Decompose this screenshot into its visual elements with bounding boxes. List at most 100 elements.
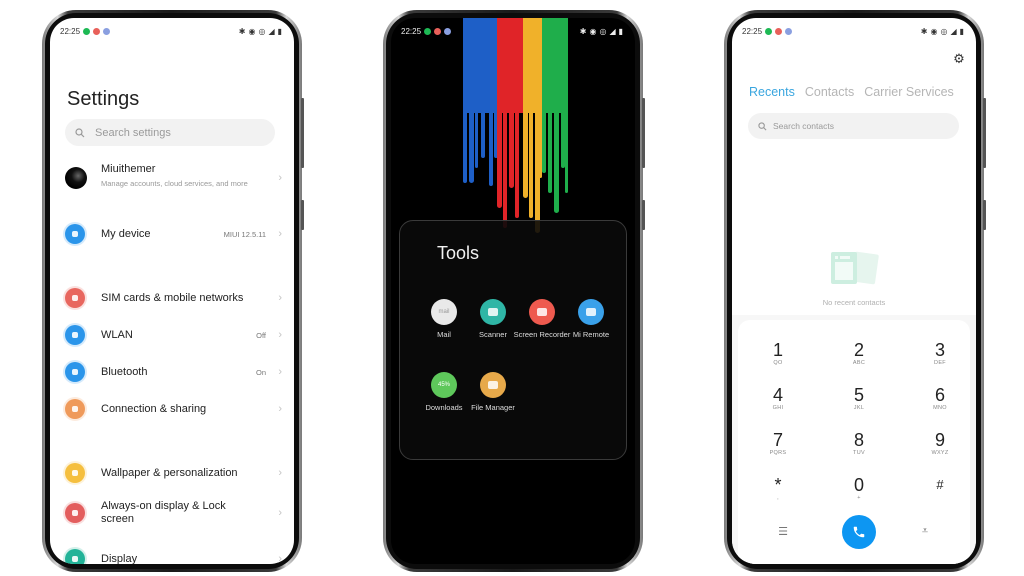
key-3[interactable]: 3 DEF <box>910 340 970 366</box>
key-7[interactable]: 7 PQRS <box>748 430 808 456</box>
status-bar: 22:25 ✱ ◉ ◎ ◢ ▮ <box>401 24 623 38</box>
wallpaper-drip <box>529 108 533 218</box>
keypad-card: ☰ ⩡ 1 QO 2 ABC 3 DEF 4 GHI 5 JKL 6 MNO 7 PQRS 8 TUV 9 WXY… <box>738 320 970 564</box>
tab-contacts[interactable]: Contacts <box>805 85 854 99</box>
notification-icon <box>444 27 452 35</box>
status-bar: 22:25 ✱ ◉ ◎ ◢ ▮ <box>742 24 964 38</box>
wallpaper-drip <box>469 108 474 183</box>
whatsapp-notification-icon <box>83 27 91 35</box>
settings-item-wlan[interactable]: WLAN Off › <box>50 323 294 347</box>
app-label: Mi Remote <box>572 330 610 339</box>
device-icon <box>65 224 85 244</box>
key-8[interactable]: 8 TUV <box>829 430 889 456</box>
key-0[interactable]: 0 + <box>829 475 889 501</box>
key-9[interactable]: 9 WXYZ <box>910 430 970 456</box>
vibrate-icon: ◉ <box>589 26 597 36</box>
key-1[interactable]: 1 QO <box>748 340 808 366</box>
settings-item-always-on-display-lock-screen[interactable]: Always-on display & Lock screen › <box>50 500 294 525</box>
wallpaper-drip <box>554 108 559 213</box>
scanner-icon <box>480 299 506 325</box>
bluetooth-icon: ✱ <box>238 26 246 36</box>
menu-icon[interactable]: ☰ <box>773 525 793 538</box>
no-contacts-illustration-icon <box>831 251 879 285</box>
key-letters: DEF <box>934 360 946 366</box>
app-file-manager[interactable]: File Manager <box>463 372 523 412</box>
stage: 22:25 ✱ ◉ ◎ ◢ ▮ Settings Search settings <box>0 0 1024 576</box>
chevron-right-icon: › <box>278 228 282 240</box>
status-icons: ✱ ◉ ◎ ◢ ▮ <box>921 27 964 36</box>
settings-item-label: SIM cards & mobile networks <box>101 291 244 304</box>
account-subtitle: Manage accounts, cloud services, and mor… <box>101 179 248 188</box>
settings-item-display[interactable]: Display › <box>50 547 294 564</box>
chevron-right-icon: › <box>278 467 282 479</box>
key-5[interactable]: 5 JKL <box>829 385 889 411</box>
key-digit: 1 <box>772 340 783 360</box>
hotspot-icon: ◎ <box>940 26 948 36</box>
key-letters: ABC <box>852 360 866 366</box>
key-4[interactable]: 4 GHI <box>748 385 808 411</box>
account-name: Miuithemer <box>101 163 156 175</box>
key-hash[interactable]: # <box>910 475 970 495</box>
wallpaper-drip <box>542 108 546 173</box>
status-time: 22:25 <box>401 26 422 36</box>
search-icon <box>75 127 85 137</box>
settings-item-label: Display <box>101 552 138 565</box>
folder-title[interactable]: Tools <box>437 243 479 264</box>
tab-carrier-services[interactable]: Carrier Services <box>864 85 954 99</box>
settings-item-sim-cards-mobile-networks[interactable]: SIM cards & mobile networks › <box>50 286 294 310</box>
wallpaper-drip <box>463 108 467 183</box>
settings-item-label: WLAN <box>101 328 133 341</box>
wallpaper-icon <box>65 463 85 483</box>
app-mi-remote[interactable]: Mi Remote <box>561 299 621 339</box>
tab-recents[interactable]: Recents <box>749 85 795 99</box>
settings-item-bluetooth[interactable]: Bluetooth On › <box>50 360 294 384</box>
empty-state-text: No recent contacts <box>822 298 886 307</box>
search-icon <box>758 121 767 130</box>
file-manager-icon <box>480 372 506 398</box>
account-row[interactable]: Miuithemer Manage accounts, cloud servic… <box>50 163 294 193</box>
downloads-icon: 45% <box>431 372 457 398</box>
phone-icon <box>853 526 865 538</box>
key-2[interactable]: 2 ABC <box>829 340 889 366</box>
app-label: File Manager <box>471 403 515 412</box>
mi-remote-icon <box>578 299 604 325</box>
search-placeholder: Search settings <box>95 126 171 139</box>
volume-button <box>983 98 986 168</box>
volume-button <box>301 98 304 168</box>
key-6[interactable]: 6 MNO <box>910 385 970 411</box>
key-digit: 0 <box>853 475 864 495</box>
search-contacts-input[interactable]: Search contacts <box>748 113 959 139</box>
connection-icon <box>65 399 85 419</box>
key-digit: 5 <box>853 385 864 405</box>
key-letters: PQRS <box>769 450 787 456</box>
key-letters: + <box>857 495 861 501</box>
bluetooth-icon: ✱ <box>579 26 587 36</box>
key-letters: JKL <box>853 405 865 411</box>
keypad: ☰ ⩡ 1 QO 2 ABC 3 DEF 4 GHI 5 JKL 6 MNO 7 PQRS 8 TUV 9 WXY… <box>732 315 976 564</box>
wallpaper-drip <box>481 108 485 158</box>
key-digit: 9 <box>934 430 945 450</box>
key-star[interactable]: *, <box>748 475 808 501</box>
notification-icon <box>434 27 442 35</box>
signal-icon: ◢ <box>268 26 275 36</box>
status-time: 22:25 <box>742 26 763 36</box>
chevron-right-icon: › <box>278 172 282 184</box>
settings-item-my-device[interactable]: My device MIUI 12.5.11 › <box>50 222 294 246</box>
search-settings-input[interactable]: Search settings <box>65 119 275 146</box>
chevron-right-icon: › <box>278 366 282 378</box>
settings-item-value: MIUI 12.5.11 <box>223 229 266 239</box>
battery-icon: ▮ <box>277 26 282 36</box>
status-icons: ✱ ◉ ◎ ◢ ▮ <box>239 27 282 36</box>
settings-item-connection-sharing[interactable]: Connection & sharing › <box>50 397 294 421</box>
hide-keypad-icon[interactable]: ⩡ <box>915 525 935 538</box>
signal-icon: ◢ <box>609 26 616 36</box>
app-badge: 45% <box>437 382 450 388</box>
status-icons: ✱ ◉ ◎ ◢ ▮ <box>580 27 623 36</box>
settings-gear-icon[interactable]: ⚙ <box>952 52 966 66</box>
key-digit: 6 <box>934 385 945 405</box>
key-digit: * <box>774 475 782 495</box>
call-button[interactable] <box>842 515 876 549</box>
power-button <box>642 200 645 230</box>
settings-item-wallpaper-personalization[interactable]: Wallpaper & personalization › <box>50 461 294 485</box>
display-icon <box>65 549 85 564</box>
